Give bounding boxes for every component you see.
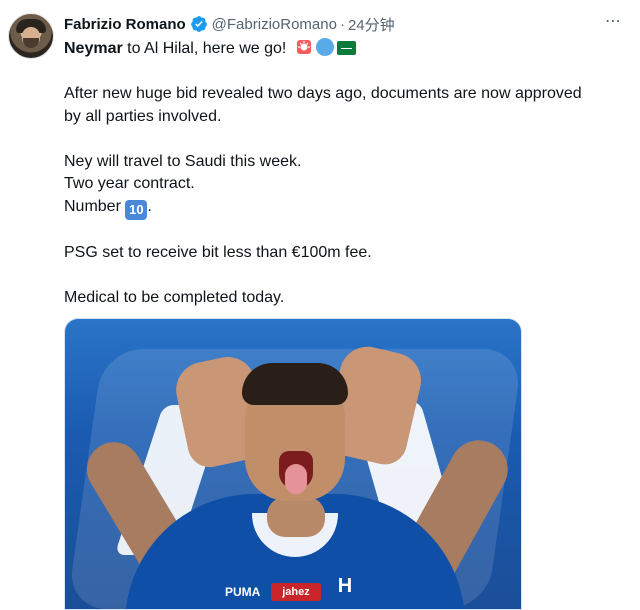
siren-emoji <box>296 40 311 54</box>
more-icon[interactable]: ⋯ <box>602 10 624 32</box>
avatar-beard <box>23 38 39 48</box>
tweet-line: by all parties involved. <box>64 107 222 125</box>
period-text: . <box>147 197 152 215</box>
tweet-line: Neymar to Al Hilal, here we go! <box>64 38 624 61</box>
tweet-text: Neymar to Al Hilal, here we go! After ne… <box>64 38 624 310</box>
tweet-line: Two year contract. <box>64 175 195 192</box>
tweet-line: PSG set to receive bit less than €100m f… <box>64 244 372 261</box>
tweet-header: Fabrizio Romano @FabrizioRomano · 24分钟 <box>64 13 395 35</box>
tweet-line: Ney will travel to Saudi this week. <box>64 152 302 170</box>
player-hair <box>242 363 348 405</box>
brand-logo: PUMA <box>225 585 261 599</box>
tweet-image[interactable]: PUMA jahez H <box>64 318 522 610</box>
blue-circle-emoji <box>315 38 334 56</box>
tweet-line-text: to Al Hilal, here we go! <box>122 40 291 57</box>
author-name[interactable]: Fabrizio Romano <box>64 16 186 33</box>
tweet-time[interactable]: 24分钟 <box>348 14 395 35</box>
player-tongue <box>285 464 307 494</box>
tweet-line-text: Number <box>64 197 126 215</box>
tweet-line: Number 10. <box>64 196 624 220</box>
separator-dot: · <box>339 15 345 33</box>
tweet-line: After new huge bid revealed two days ago… <box>64 85 582 102</box>
author-handle[interactable]: @FabrizioRomano <box>212 16 337 33</box>
sponsor-logo: jahez <box>271 583 321 601</box>
verified-badge-icon <box>190 16 207 32</box>
club-logo: H <box>337 574 353 597</box>
saudi-flag-emoji <box>336 41 356 55</box>
tweet-line: Medical to be completed today. <box>64 289 285 306</box>
keycap-ten-emoji: 10 <box>125 199 148 220</box>
neck <box>267 497 325 537</box>
mentioned-player: Neymar <box>64 40 123 57</box>
author-avatar[interactable] <box>8 13 54 59</box>
